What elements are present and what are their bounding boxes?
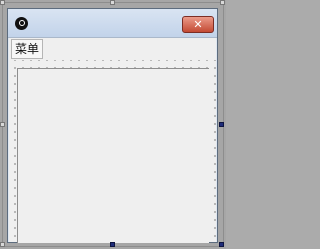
menu-strip[interactable]: 菜单 [9,38,216,60]
resize-handle-bottom-left[interactable] [0,242,5,247]
resize-handle-bottom-right[interactable] [219,242,224,247]
resize-handle-right[interactable] [219,122,224,127]
resize-handle-top-left[interactable] [0,0,5,5]
resize-handle-top-right[interactable] [220,0,225,5]
resize-handle-left[interactable] [0,122,5,127]
resize-handle-top[interactable] [110,0,115,5]
title-bar[interactable]: ✕ [8,9,217,38]
menu-item[interactable]: 菜单 [11,39,43,59]
app-icon [15,17,28,30]
content-panel[interactable] [17,68,209,243]
close-button[interactable]: ✕ [182,16,214,33]
form-client-area[interactable]: 菜单 [9,38,216,243]
resize-handle-bottom[interactable] [110,242,115,247]
form-window[interactable]: ✕ 菜单 [7,8,218,243]
close-icon: ✕ [193,18,203,31]
